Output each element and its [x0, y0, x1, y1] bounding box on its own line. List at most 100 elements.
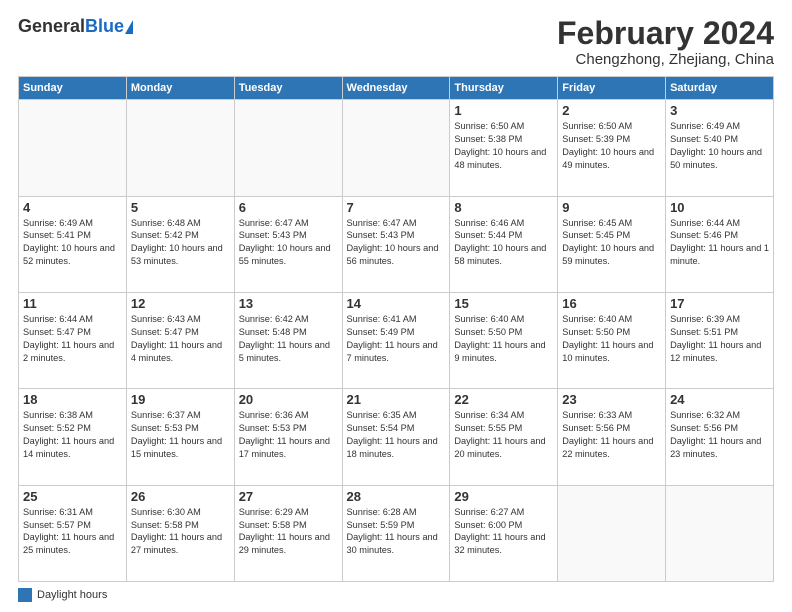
- table-row: [666, 485, 774, 581]
- day-info: Sunrise: 6:39 AMSunset: 5:51 PMDaylight:…: [670, 313, 769, 365]
- day-number: 12: [131, 296, 230, 311]
- table-row: 11 Sunrise: 6:44 AMSunset: 5:47 PMDayligh…: [19, 292, 127, 388]
- table-row: 1 Sunrise: 6:50 AMSunset: 5:38 PMDaylight…: [450, 100, 558, 196]
- day-number: 16: [562, 296, 661, 311]
- table-row: 22 Sunrise: 6:34 AMSunset: 5:55 PMDayligh…: [450, 389, 558, 485]
- day-number: 14: [347, 296, 446, 311]
- logo-blue-text: Blue: [85, 16, 124, 37]
- month-title: February 2024: [557, 16, 774, 51]
- day-info: Sunrise: 6:27 AMSunset: 6:00 PMDaylight:…: [454, 506, 553, 558]
- day-number: 8: [454, 200, 553, 215]
- table-row: 18 Sunrise: 6:38 AMSunset: 5:52 PMDayligh…: [19, 389, 127, 485]
- table-row: 8 Sunrise: 6:46 AMSunset: 5:44 PMDaylight…: [450, 196, 558, 292]
- day-info: Sunrise: 6:34 AMSunset: 5:55 PMDaylight:…: [454, 409, 553, 461]
- table-row: 24 Sunrise: 6:32 AMSunset: 5:56 PMDayligh…: [666, 389, 774, 485]
- day-info: Sunrise: 6:42 AMSunset: 5:48 PMDaylight:…: [239, 313, 338, 365]
- day-info: Sunrise: 6:35 AMSunset: 5:54 PMDaylight:…: [347, 409, 446, 461]
- day-info: Sunrise: 6:46 AMSunset: 5:44 PMDaylight:…: [454, 217, 553, 269]
- calendar-day-header: Tuesday: [234, 77, 342, 100]
- day-info: Sunrise: 6:50 AMSunset: 5:39 PMDaylight:…: [562, 120, 661, 172]
- calendar-day-header: Friday: [558, 77, 666, 100]
- calendar-week-row: 11 Sunrise: 6:44 AMSunset: 5:47 PMDayligh…: [19, 292, 774, 388]
- logo-triangle-icon: [125, 20, 133, 34]
- day-info: Sunrise: 6:50 AMSunset: 5:38 PMDaylight:…: [454, 120, 553, 172]
- day-number: 28: [347, 489, 446, 504]
- day-info: Sunrise: 6:32 AMSunset: 5:56 PMDaylight:…: [670, 409, 769, 461]
- day-info: Sunrise: 6:40 AMSunset: 5:50 PMDaylight:…: [562, 313, 661, 365]
- day-number: 5: [131, 200, 230, 215]
- day-number: 21: [347, 392, 446, 407]
- table-row: [558, 485, 666, 581]
- legend-label: Daylight hours: [37, 589, 107, 601]
- day-info: Sunrise: 6:31 AMSunset: 5:57 PMDaylight:…: [23, 506, 122, 558]
- calendar-week-row: 4 Sunrise: 6:49 AMSunset: 5:41 PMDaylight…: [19, 196, 774, 292]
- table-row: 10 Sunrise: 6:44 AMSunset: 5:46 PMDayligh…: [666, 196, 774, 292]
- table-row: 13Sunrise: 6:42 AMSunset: 5:48 PMDayligh…: [234, 292, 342, 388]
- day-info: Sunrise: 6:43 AMSunset: 5:47 PMDaylight:…: [131, 313, 230, 365]
- day-number: 9: [562, 200, 661, 215]
- table-row: 2Sunrise: 6:50 AMSunset: 5:39 PMDaylight…: [558, 100, 666, 196]
- day-number: 11: [23, 296, 122, 311]
- day-number: 25: [23, 489, 122, 504]
- day-info: Sunrise: 6:38 AMSunset: 5:52 PMDaylight:…: [23, 409, 122, 461]
- title-block: February 2024 Chengzhong, Zhejiang, Chin…: [557, 16, 774, 68]
- table-row: 27Sunrise: 6:29 AMSunset: 5:58 PMDayligh…: [234, 485, 342, 581]
- table-row: 21 Sunrise: 6:35 AMSunset: 5:54 PMDayligh…: [342, 389, 450, 485]
- day-info: Sunrise: 6:48 AMSunset: 5:42 PMDaylight:…: [131, 217, 230, 269]
- day-number: 29: [454, 489, 553, 504]
- table-row: 5 Sunrise: 6:48 AMSunset: 5:42 PMDaylight…: [126, 196, 234, 292]
- day-info: Sunrise: 6:44 AMSunset: 5:47 PMDaylight:…: [23, 313, 122, 365]
- legend: Daylight hours: [18, 588, 774, 602]
- calendar-table: SundayMondayTuesdayWednesdayThursdayFrid…: [18, 76, 774, 582]
- table-row: 20Sunrise: 6:36 AMSunset: 5:53 PMDayligh…: [234, 389, 342, 485]
- day-info: Sunrise: 6:29 AMSunset: 5:58 PMDaylight:…: [239, 506, 338, 558]
- day-info: Sunrise: 6:30 AMSunset: 5:58 PMDaylight:…: [131, 506, 230, 558]
- day-number: 4: [23, 200, 122, 215]
- day-info: Sunrise: 6:40 AMSunset: 5:50 PMDaylight:…: [454, 313, 553, 365]
- table-row: 17 Sunrise: 6:39 AMSunset: 5:51 PMDayligh…: [666, 292, 774, 388]
- calendar-day-header: Thursday: [450, 77, 558, 100]
- day-number: 22: [454, 392, 553, 407]
- table-row: 7 Sunrise: 6:47 AMSunset: 5:43 PMDaylight…: [342, 196, 450, 292]
- day-info: Sunrise: 6:49 AMSunset: 5:41 PMDaylight:…: [23, 217, 122, 269]
- day-number: 20: [239, 392, 338, 407]
- day-number: 10: [670, 200, 769, 215]
- day-info: Sunrise: 6:47 AMSunset: 5:43 PMDaylight:…: [239, 217, 338, 269]
- calendar-week-row: 25 Sunrise: 6:31 AMSunset: 5:57 PMDayligh…: [19, 485, 774, 581]
- page-header: GeneralBlue February 2024 Chengzhong, Zh…: [18, 16, 774, 68]
- day-number: 17: [670, 296, 769, 311]
- table-row: [342, 100, 450, 196]
- table-row: [19, 100, 127, 196]
- day-info: Sunrise: 6:44 AMSunset: 5:46 PMDaylight:…: [670, 217, 769, 269]
- logo-general-text: General: [18, 16, 85, 37]
- table-row: 25 Sunrise: 6:31 AMSunset: 5:57 PMDayligh…: [19, 485, 127, 581]
- table-row: 28 Sunrise: 6:28 AMSunset: 5:59 PMDayligh…: [342, 485, 450, 581]
- day-info: Sunrise: 6:33 AMSunset: 5:56 PMDaylight:…: [562, 409, 661, 461]
- location-title: Chengzhong, Zhejiang, China: [557, 51, 774, 68]
- table-row: 16 Sunrise: 6:40 AMSunset: 5:50 PMDayligh…: [558, 292, 666, 388]
- calendar-day-header: Saturday: [666, 77, 774, 100]
- day-number: 15: [454, 296, 553, 311]
- day-info: Sunrise: 6:47 AMSunset: 5:43 PMDaylight:…: [347, 217, 446, 269]
- logo: GeneralBlue: [18, 16, 133, 37]
- table-row: 26Sunrise: 6:30 AMSunset: 5:58 PMDayligh…: [126, 485, 234, 581]
- day-info: Sunrise: 6:49 AMSunset: 5:40 PMDaylight:…: [670, 120, 769, 172]
- day-number: 19: [131, 392, 230, 407]
- day-number: 1: [454, 103, 553, 118]
- day-number: 7: [347, 200, 446, 215]
- table-row: [234, 100, 342, 196]
- table-row: 23Sunrise: 6:33 AMSunset: 5:56 PMDayligh…: [558, 389, 666, 485]
- day-info: Sunrise: 6:41 AMSunset: 5:49 PMDaylight:…: [347, 313, 446, 365]
- calendar-header-row: SundayMondayTuesdayWednesdayThursdayFrid…: [19, 77, 774, 100]
- day-number: 18: [23, 392, 122, 407]
- day-info: Sunrise: 6:37 AMSunset: 5:53 PMDaylight:…: [131, 409, 230, 461]
- day-number: 24: [670, 392, 769, 407]
- day-info: Sunrise: 6:28 AMSunset: 5:59 PMDaylight:…: [347, 506, 446, 558]
- calendar-week-row: 1 Sunrise: 6:50 AMSunset: 5:38 PMDaylight…: [19, 100, 774, 196]
- table-row: [126, 100, 234, 196]
- legend-color-box: [18, 588, 32, 602]
- table-row: 3Sunrise: 6:49 AMSunset: 5:40 PMDaylight…: [666, 100, 774, 196]
- table-row: 19 Sunrise: 6:37 AMSunset: 5:53 PMDayligh…: [126, 389, 234, 485]
- table-row: 15 Sunrise: 6:40 AMSunset: 5:50 PMDayligh…: [450, 292, 558, 388]
- table-row: 4 Sunrise: 6:49 AMSunset: 5:41 PMDaylight…: [19, 196, 127, 292]
